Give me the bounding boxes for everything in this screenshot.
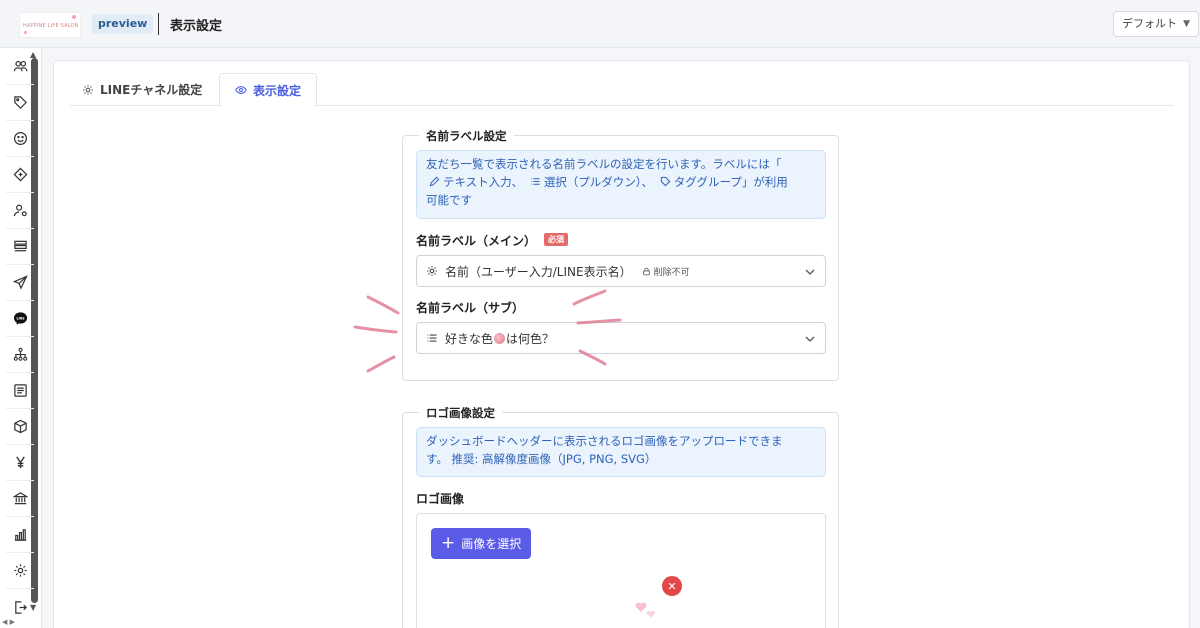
- main-label-select[interactable]: 名前（ユーザー入力/LINE表示名） 削除不可: [416, 255, 826, 287]
- logo-text: HAPPINE LIFE SALON: [23, 23, 79, 29]
- logout-icon: [14, 600, 27, 614]
- user-settings-icon: [13, 204, 27, 217]
- box-icon: [13, 419, 27, 434]
- sidebar-item-reactions[interactable]: [6, 121, 34, 157]
- sidebar-item-user-settings[interactable]: [6, 193, 34, 229]
- theme-select[interactable]: デフォルト ▼: [1113, 11, 1199, 37]
- fieldset-legend: 名前ラベル設定: [419, 128, 514, 144]
- send-icon: [12, 275, 28, 290]
- horizontal-scroll-arrows[interactable]: ◀ ▶: [2, 618, 15, 626]
- eye-icon: [235, 86, 247, 94]
- ticket-icon: [13, 167, 27, 182]
- main-label-value: 名前（ユーザー入力/LINE表示名）: [445, 264, 632, 279]
- header-divider: [158, 13, 159, 35]
- name-label-info-box: 友だち一覧で表示される名前ラベルの設定を行います。ラベルには「 テキスト入力、 …: [416, 150, 826, 219]
- tab-bar: LINEチャネル設定 表示設定: [70, 73, 1174, 107]
- logo-info-box: ダッシュボードヘッダーに表示されるロゴ画像をアップロードできま す。 推奨: 高…: [416, 427, 826, 477]
- svg-text:LINE: LINE: [16, 316, 24, 320]
- list-bars-icon: [13, 240, 27, 252]
- sub-label-title: 名前ラベル（サブ）: [416, 301, 525, 315]
- sidebar-item-tags[interactable]: [6, 85, 34, 121]
- gear-icon: [13, 564, 27, 577]
- pencil-icon: [429, 176, 440, 187]
- sidebar-item-payments[interactable]: [6, 445, 34, 481]
- info-line: テキスト入力、 選択（プルダウン）、 タググループ」が利用: [426, 173, 816, 191]
- yen-icon: [15, 456, 25, 469]
- logo-dot: [72, 15, 76, 19]
- sidebar-item-bank[interactable]: [6, 481, 34, 517]
- sub-label-select[interactable]: 好きな色 は何色？: [416, 322, 826, 354]
- tag-icon: [13, 96, 27, 109]
- plus-icon: +: [441, 533, 456, 553]
- tab-line-channel-settings[interactable]: LINEチャネル設定: [82, 73, 202, 106]
- lock-icon: [642, 267, 650, 275]
- sidebar: ▲ ▼ LINE ◀ ▶: [0, 48, 42, 628]
- gear-icon: [427, 266, 437, 276]
- theme-select-value: デフォルト: [1122, 17, 1177, 30]
- page-title: 表示設定: [170, 19, 223, 34]
- sub-label-value: 好きな色 は何色？: [445, 331, 555, 346]
- line-icon: LINE: [13, 312, 27, 325]
- info-line: す。 推奨: 高解像度画像（JPG, PNG, SVG）: [426, 452, 657, 466]
- remove-image-button[interactable]: ✕: [662, 576, 682, 596]
- brand-logo[interactable]: HAPPINE LIFE SALON: [19, 12, 81, 38]
- chart-icon: [14, 529, 26, 541]
- list-icon: [427, 334, 437, 342]
- hierarchy-icon: [13, 347, 27, 361]
- document-icon: [13, 384, 27, 397]
- sidebar-item-analytics[interactable]: [6, 517, 34, 553]
- logo-preview-image: [635, 602, 656, 618]
- tab-label: 表示設定: [252, 83, 301, 98]
- sidebar-item-line[interactable]: LINE: [6, 301, 34, 337]
- env-badge: preview: [92, 14, 154, 34]
- sidebar-item-settings[interactable]: [6, 553, 34, 589]
- bank-icon: [12, 492, 28, 505]
- main-label-title: 名前ラベル（メイン）: [416, 234, 537, 248]
- tab-display-settings[interactable]: 表示設定: [219, 73, 317, 107]
- app-header: HAPPINE LIFE SALON preview 表示設定 デフォルト ▼: [0, 0, 1200, 48]
- info-line: 友だち一覧で表示される名前ラベルの設定を行います。ラベルには「: [426, 157, 782, 171]
- select-image-label: 画像を選択: [461, 537, 522, 551]
- smile-icon: [13, 131, 27, 146]
- gear-icon: [83, 84, 93, 95]
- info-line: ダッシュボードヘッダーに表示されるロゴ画像をアップロードできま: [426, 434, 783, 448]
- lock-note: 削除不可: [642, 265, 690, 278]
- sidebar-item-broadcast[interactable]: [6, 265, 34, 301]
- list-icon: [531, 178, 540, 185]
- select-image-button[interactable]: + 画像を選択: [431, 528, 532, 559]
- tag-icon: [660, 176, 671, 187]
- users-icon: [13, 60, 27, 72]
- sidebar-item-hierarchy[interactable]: [6, 337, 34, 373]
- logo-image-label: ロゴ画像: [416, 492, 465, 506]
- info-line: 可能です: [426, 193, 472, 207]
- logo-dot: [24, 31, 27, 34]
- sidebar-item-tickets[interactable]: [6, 157, 34, 193]
- chevron-down-icon: ▼: [1183, 19, 1190, 29]
- fieldset-legend: ロゴ画像設定: [419, 405, 502, 421]
- required-badge: 必須: [544, 233, 568, 246]
- chevron-down-icon: [805, 336, 815, 342]
- sidebar-item-lists[interactable]: [6, 229, 34, 265]
- sidebar-item-products[interactable]: [6, 409, 34, 445]
- sidebar-item-users[interactable]: [6, 49, 34, 85]
- flower-emoji-icon: [494, 332, 506, 344]
- tab-label: LINEチャネル設定: [100, 83, 203, 97]
- chevron-down-icon: [805, 269, 815, 275]
- sidebar-item-documents[interactable]: [6, 373, 34, 409]
